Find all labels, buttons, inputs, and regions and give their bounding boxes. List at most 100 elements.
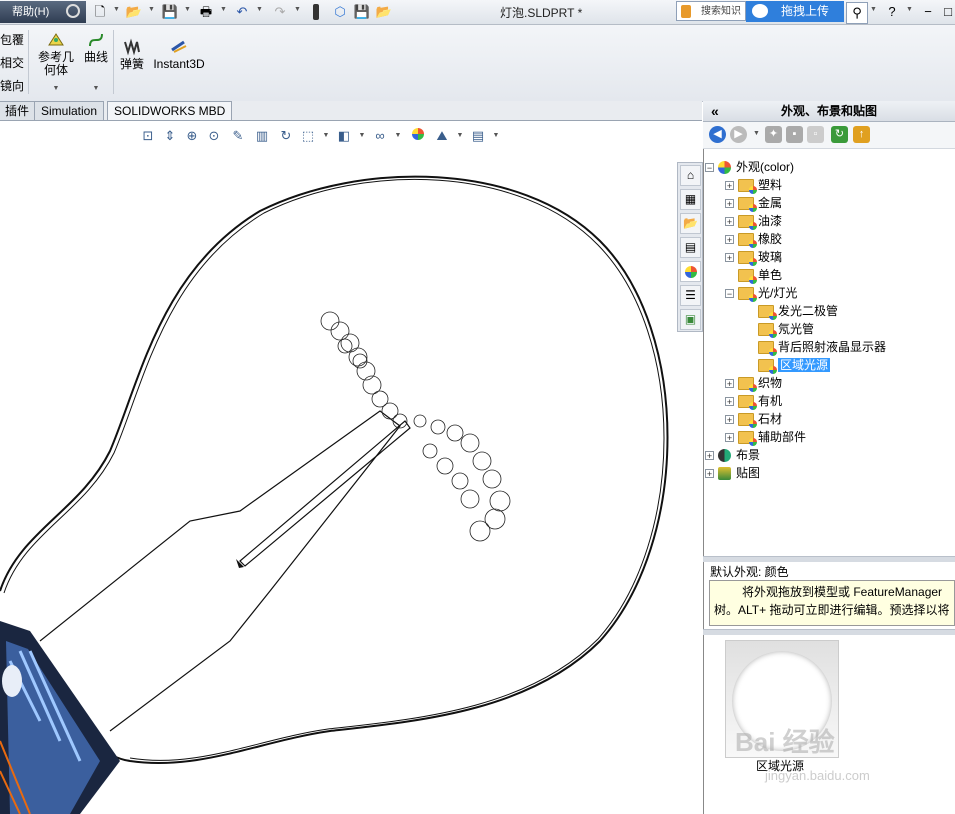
collapse-panel-icon[interactable]: « [711, 101, 719, 121]
view-settings-dropdown-icon[interactable]: ▼ [488, 128, 504, 144]
pane-splitter-lower[interactable] [703, 629, 955, 635]
pane-splitter[interactable] [703, 556, 955, 562]
expand-icon[interactable]: + [725, 433, 734, 443]
tree-node[interactable]: 发光二极管 [745, 302, 838, 321]
add-file-icon[interactable]: ▪ [786, 126, 803, 143]
previous-view-icon[interactable]: ✎ [230, 128, 246, 144]
spring-button[interactable]: 弹簧 [117, 38, 147, 71]
display-style-dropdown-icon[interactable]: ▼ [354, 128, 370, 144]
expand-icon[interactable]: + [705, 469, 714, 479]
print-icon[interactable]: 🖶 [196, 2, 216, 22]
section-view-icon[interactable]: ▥ [254, 128, 270, 144]
new-folder-icon[interactable]: ▫ [807, 126, 824, 143]
go-up-icon[interactable]: ↑ [853, 126, 870, 143]
open-icon[interactable]: 📂 [124, 2, 144, 22]
reference-geometry-dropdown-icon[interactable]: ▼ [35, 82, 77, 95]
search-commands-icon[interactable] [66, 4, 80, 18]
history-dropdown-icon[interactable]: ▼ [753, 130, 760, 137]
forum-icon[interactable]: ▣ [680, 309, 701, 330]
upload-button[interactable]: 拖拽上传 [746, 1, 844, 22]
collapse-icon[interactable]: − [705, 163, 714, 173]
expand-icon[interactable]: + [725, 235, 734, 245]
save-icon[interactable]: 💾 [160, 2, 180, 22]
redo-icon[interactable]: ↷ [270, 2, 290, 22]
apply-scene-icon[interactable]: ⛰ [434, 128, 450, 144]
expand-icon[interactable]: + [705, 451, 714, 461]
view-settings-icon[interactable]: ▤ [470, 128, 486, 144]
tree-node[interactable]: + 油漆 [725, 212, 782, 231]
intersect-command[interactable]: 相交 [0, 54, 24, 71]
view-orientation-icon[interactable]: ⬚ [300, 128, 316, 144]
search-dropdown-icon[interactable]: ▼ [870, 6, 877, 13]
refresh-icon[interactable]: ↻ [831, 126, 848, 143]
new-document-icon[interactable]: 🗋 [90, 2, 110, 22]
tree-node[interactable]: 区域光源 [745, 356, 831, 375]
undo-icon[interactable]: ↶ [232, 2, 252, 22]
restore-icon[interactable]: □ [938, 2, 955, 22]
tab-simulation[interactable]: Simulation [34, 101, 105, 120]
minimize-icon[interactable]: − [918, 2, 938, 22]
collapse-icon[interactable]: − [725, 289, 734, 299]
wrap-command[interactable]: 包覆 [0, 31, 24, 48]
save-as-icon[interactable]: 💾 [352, 2, 372, 22]
reference-geometry-button[interactable]: 参考几 何体 ▼ [35, 31, 77, 95]
hide-show-dropdown-icon[interactable]: ▼ [390, 128, 406, 144]
tree-node[interactable]: + 金属 [725, 194, 782, 213]
tab-solidworks-mbd[interactable]: SOLIDWORKS MBD [107, 101, 233, 120]
design-library-icon[interactable]: ▦ [680, 189, 701, 210]
back-icon[interactable]: ◀ [709, 126, 726, 143]
add-to-library-icon[interactable]: ✦ [765, 126, 782, 143]
save-dropdown-icon[interactable]: ▼ [184, 6, 191, 13]
tab-addins[interactable]: 插件 [0, 101, 37, 120]
mirror-command[interactable]: 镜向 [0, 77, 24, 94]
tree-node[interactable]: − 外观(color) [705, 158, 794, 176]
zoom-in-icon[interactable]: ⊕ [184, 128, 200, 144]
view-orientation-dropdown-icon[interactable]: ▼ [318, 128, 334, 144]
instant3d-button[interactable]: Instant3D [152, 38, 206, 71]
view-palette-icon[interactable]: ▤ [680, 237, 701, 258]
forward-icon[interactable]: ▶ [730, 126, 747, 143]
curves-dropdown-icon[interactable]: ▼ [82, 82, 110, 95]
expand-icon[interactable]: + [725, 181, 734, 191]
display-style-icon[interactable]: ◧ [336, 128, 352, 144]
tree-node[interactable]: 单色 [725, 266, 782, 285]
tree-node[interactable]: 背后照射液晶显示器 [745, 338, 886, 357]
tree-node[interactable]: + 辅助部件 [725, 428, 806, 447]
file-properties-icon[interactable]: ⬡ [330, 2, 350, 22]
tree-node[interactable]: + 石材 [725, 410, 782, 429]
tree-node[interactable]: + 橡胶 [725, 230, 782, 249]
help-question-icon[interactable]: ? [882, 2, 902, 22]
tree-node[interactable]: + 贴图 [705, 464, 760, 482]
tree-node[interactable]: + 织物 [725, 374, 782, 393]
help-dropdown-icon[interactable]: ▼ [906, 6, 913, 13]
tree-node[interactable]: + 布景 [705, 446, 760, 464]
tree-node[interactable]: + 塑料 [725, 176, 782, 195]
custom-properties-icon[interactable]: ☰ [680, 285, 701, 306]
tree-node[interactable]: + 玻璃 [725, 248, 782, 267]
rotate-view-icon[interactable]: ↻ [278, 128, 294, 144]
open-dropdown-icon[interactable]: ▼ [148, 6, 155, 13]
tree-node[interactable]: + 有机 [725, 392, 782, 411]
appearances-tab-icon[interactable] [680, 261, 701, 282]
edit-appearance-icon[interactable] [410, 128, 426, 144]
curves-button[interactable]: 曲线 ▼ [82, 31, 110, 95]
knowledge-search-input[interactable]: 搜索知识 [676, 1, 746, 21]
expand-icon[interactable]: + [725, 397, 734, 407]
zoom-area-icon[interactable]: ⇕ [162, 128, 178, 144]
help-menu[interactable]: 帮助(H) [0, 1, 86, 23]
tree-node[interactable]: 氖光管 [745, 320, 814, 339]
zoom-to-fit-icon[interactable]: ⊡ [140, 128, 156, 144]
solidworks-resources-icon[interactable]: ⌂ [680, 165, 701, 186]
open-folder-icon[interactable]: 📂 [374, 2, 394, 22]
graphics-area[interactable] [0, 121, 702, 814]
file-explorer-icon[interactable]: 📂 [680, 213, 701, 234]
expand-icon[interactable]: + [725, 253, 734, 263]
expand-icon[interactable]: + [725, 217, 734, 227]
expand-icon[interactable]: + [725, 415, 734, 425]
hide-show-items-icon[interactable]: ∞ [372, 128, 388, 144]
expand-icon[interactable]: + [725, 199, 734, 209]
apply-scene-dropdown-icon[interactable]: ▼ [452, 128, 468, 144]
lightbulb-model[interactable] [0, 121, 702, 814]
new-dropdown-icon[interactable]: ▼ [113, 6, 120, 13]
undo-dropdown-icon[interactable]: ▼ [256, 6, 263, 13]
